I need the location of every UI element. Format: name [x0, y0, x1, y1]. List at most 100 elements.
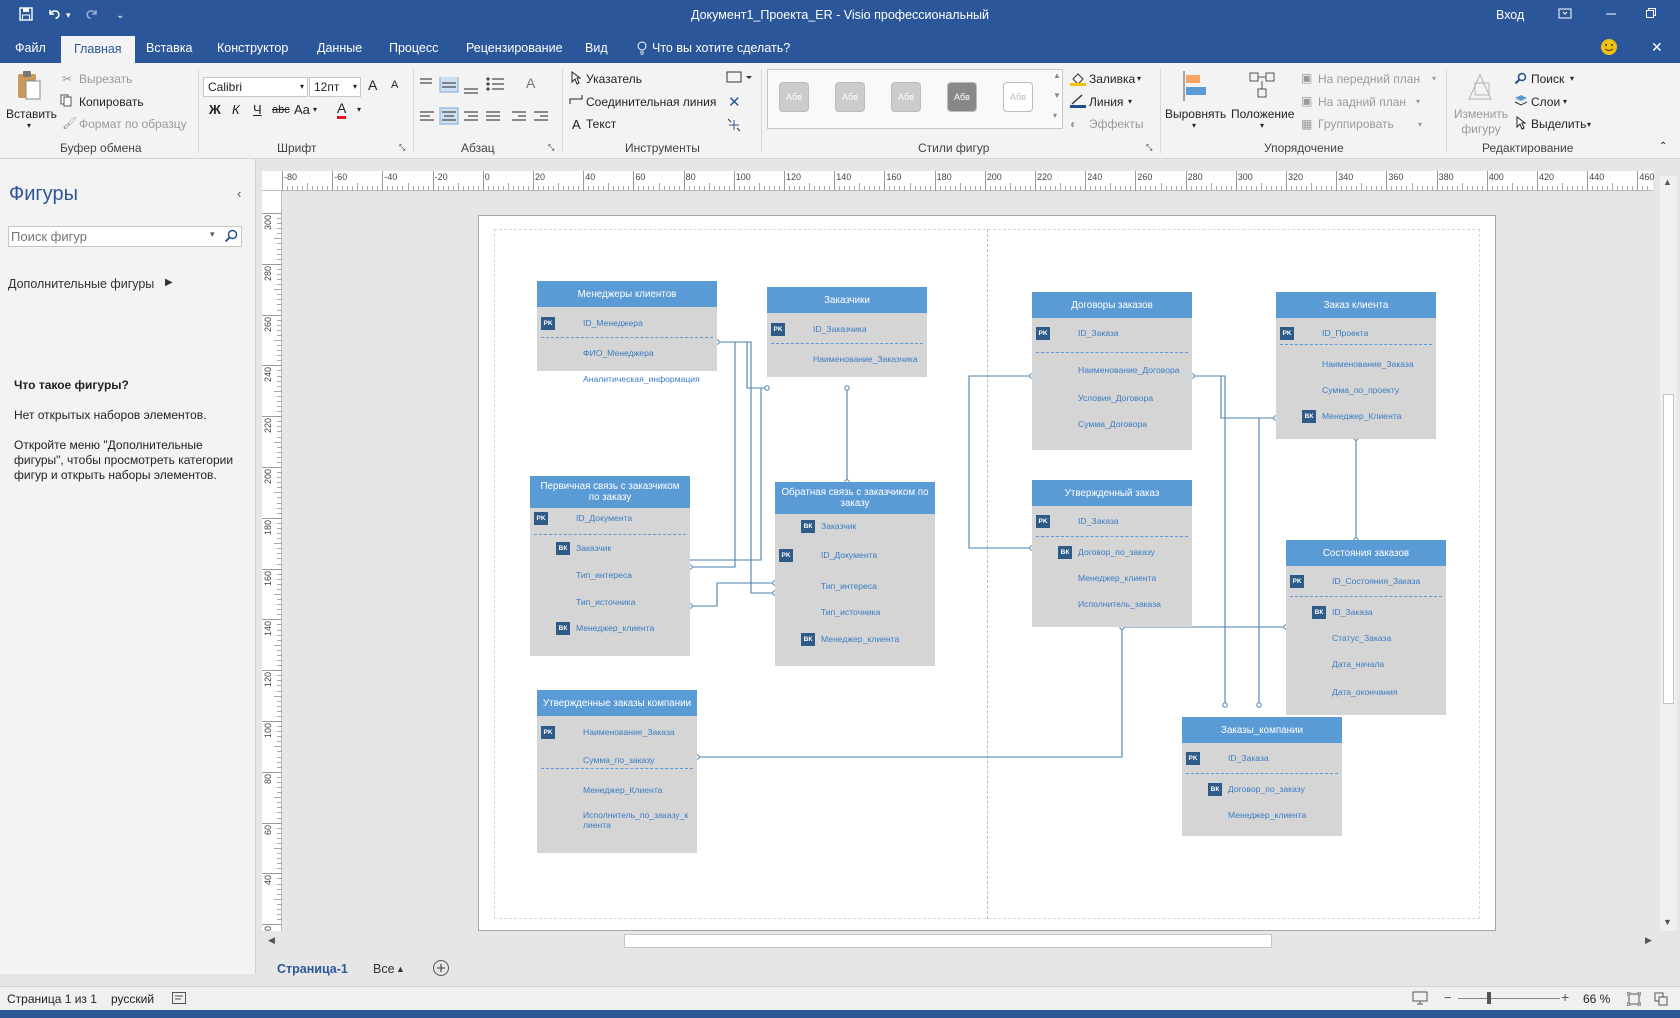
- tab-data[interactable]: Данные: [317, 41, 362, 55]
- er-entity[interactable]: Состояния заказов PK ID_Состояния_Заказа ID…: [1286, 540, 1446, 715]
- change-case-button[interactable]: Aa: [294, 102, 310, 117]
- select-dropdown-icon[interactable]: ▾: [1587, 120, 1591, 129]
- style-swatch-1[interactable]: Абв: [779, 82, 809, 112]
- er-entity[interactable]: Менеджеры клиентов PK ID_Менеджера ФИО_Мене…: [537, 281, 717, 384]
- position-icon[interactable]: [1248, 69, 1278, 99]
- paste-icon[interactable]: [14, 69, 44, 100]
- zoom-slider[interactable]: [1458, 998, 1560, 999]
- restore-icon[interactable]: [1645, 6, 1657, 23]
- select-button[interactable]: Выделить: [1531, 117, 1586, 131]
- search-icon[interactable]: [224, 229, 238, 246]
- horizontal-ruler[interactable]: -80 -60 -40 -20 0 20 40 60 80 100 120 140 160 180 200 2…: [264, 171, 1654, 191]
- rectangle-icon[interactable]: [726, 71, 752, 86]
- tell-me-box[interactable]: Что вы хотите сделать?: [652, 41, 790, 55]
- drawing-page[interactable]: Менеджеры клиентов PK ID_Менеджера ФИО_Мене…: [478, 215, 1496, 931]
- scroll-down-icon[interactable]: ▼: [1663, 917, 1672, 927]
- er-entity[interactable]: Заказчики PK ID_Заказчика Наименование_Зака…: [767, 287, 927, 377]
- zoom-slider-thumb[interactable]: [1487, 992, 1491, 1004]
- er-entity[interactable]: Первичная связь с заказчиком по заказу PK…: [530, 476, 690, 656]
- styles-dialog-launcher-icon[interactable]: ⤡: [1146, 143, 1152, 153]
- line-button[interactable]: Линия: [1089, 95, 1123, 109]
- align-dropdown-icon[interactable]: ▾: [1192, 121, 1196, 130]
- layers-dropdown-icon[interactable]: ▾: [1563, 97, 1567, 106]
- tab-home[interactable]: Главная: [61, 36, 135, 63]
- all-pages-button[interactable]: Все: [373, 962, 395, 976]
- close-tool-icon[interactable]: ✕: [728, 93, 741, 111]
- close-document-icon[interactable]: ✕: [1651, 39, 1663, 56]
- scroll-up-icon[interactable]: ▲: [1663, 177, 1672, 187]
- macro-record-icon[interactable]: [172, 992, 186, 1007]
- tab-review[interactable]: Рецензирование: [466, 41, 563, 55]
- shrink-font-button[interactable]: A: [391, 79, 398, 91]
- add-page-icon[interactable]: [432, 959, 450, 980]
- connector-tool-button[interactable]: Соединительная линия: [586, 95, 716, 109]
- er-entity[interactable]: Договоры заказов PK ID_Заказа Наименование_…: [1032, 292, 1192, 450]
- page-tab-1[interactable]: Страница-1: [277, 962, 348, 976]
- italic-button[interactable]: К: [232, 102, 240, 117]
- ribbon-display-icon[interactable]: [1558, 6, 1572, 24]
- position-dropdown-icon[interactable]: ▾: [1260, 121, 1264, 130]
- font-color-dropdown-icon[interactable]: ▾: [357, 105, 361, 114]
- fill-button[interactable]: Заливка: [1089, 72, 1135, 86]
- all-pages-caret-icon[interactable]: ▲: [396, 964, 405, 974]
- bold-button[interactable]: Ж: [209, 102, 221, 117]
- language-status[interactable]: русский: [111, 992, 154, 1006]
- vertical-ruler[interactable]: 3002802602402202001801601401201008060402…: [262, 191, 282, 936]
- position-button[interactable]: Положение: [1231, 107, 1294, 121]
- vertical-scroll-thumb[interactable]: [1663, 394, 1674, 704]
- style-swatch-5[interactable]: Абв: [1003, 82, 1033, 112]
- collapse-panel-icon[interactable]: ‹: [237, 186, 241, 201]
- search-options-dropdown-icon[interactable]: ▾: [210, 229, 215, 240]
- er-entity[interactable]: Заказ клиента PK ID_Проекта Наименование_За…: [1276, 292, 1436, 439]
- drawing-canvas[interactable]: Менеджеры клиентов PK ID_Менеджера ФИО_Мене…: [282, 191, 1660, 931]
- shape-search-box[interactable]: ▾: [8, 226, 242, 247]
- paste-dropdown-icon[interactable]: ▾: [27, 121, 31, 130]
- minimize-icon[interactable]: [1605, 6, 1617, 23]
- er-entity[interactable]: Утвержденные заказы компании PK Наименован…: [537, 690, 697, 853]
- tab-insert[interactable]: Вставка: [146, 41, 192, 55]
- paste-button[interactable]: Вставить: [6, 107, 57, 121]
- fit-page-icon[interactable]: [1626, 991, 1642, 1009]
- change-case-dropdown-icon[interactable]: ▾: [313, 105, 317, 114]
- grow-font-button[interactable]: A: [368, 77, 377, 93]
- fill-dropdown-icon[interactable]: ▾: [1137, 74, 1141, 83]
- scroll-right-icon[interactable]: ▶: [1645, 935, 1652, 946]
- text-tool-button[interactable]: Текст: [586, 117, 616, 131]
- line-dropdown-icon[interactable]: ▾: [1128, 97, 1132, 106]
- text-direction-icon[interactable]: A: [526, 75, 535, 91]
- tab-process[interactable]: Процесс: [389, 41, 438, 55]
- find-button[interactable]: Поиск: [1531, 72, 1564, 86]
- horizontal-scrollbar[interactable]: ◀ ▶: [262, 931, 1660, 951]
- find-dropdown-icon[interactable]: ▾: [1570, 74, 1574, 83]
- er-entity[interactable]: Заказы_компании PK ID_Заказа Договор_по_зак…: [1182, 717, 1342, 836]
- style-swatch-3[interactable]: Абв: [891, 82, 921, 112]
- er-entity[interactable]: Утвержденный заказ PK ID_Заказа Договор_по_…: [1032, 480, 1192, 627]
- switch-windows-icon[interactable]: [1654, 992, 1668, 1009]
- sign-in-link[interactable]: Вход: [1496, 8, 1524, 22]
- shape-search-input[interactable]: [11, 228, 206, 245]
- collapse-ribbon-icon[interactable]: ⌃: [1659, 141, 1667, 152]
- zoom-in-icon[interactable]: +: [1561, 989, 1569, 1005]
- align-button[interactable]: Выровнять: [1165, 107, 1226, 121]
- tab-view[interactable]: Вид: [585, 41, 608, 55]
- more-shapes-item[interactable]: Дополнительные фигуры ▶: [8, 277, 178, 291]
- copy-button[interactable]: Копировать: [79, 95, 144, 109]
- font-family-combo[interactable]: Calibri ▾: [203, 77, 308, 97]
- pointer-tool-button[interactable]: Указатель: [586, 72, 642, 86]
- connection-point-icon[interactable]: [726, 117, 742, 136]
- feedback-smiley-icon[interactable]: [1600, 38, 1618, 59]
- font-size-combo[interactable]: 12пт ▾: [309, 77, 361, 97]
- style-swatch-2[interactable]: Абв: [835, 82, 865, 112]
- er-entity[interactable]: Обратная связь с заказчиком по заказу Зак…: [775, 482, 935, 666]
- presentation-mode-icon[interactable]: [1412, 991, 1428, 1008]
- strikethrough-button[interactable]: abc: [272, 104, 290, 116]
- align-icon[interactable]: [1180, 69, 1210, 101]
- layers-button[interactable]: Слои: [1531, 95, 1560, 109]
- gallery-scroll-down-icon[interactable]: ▼: [1053, 91, 1061, 100]
- tab-file[interactable]: Файл: [15, 41, 46, 55]
- tab-design[interactable]: Конструктор: [217, 41, 288, 55]
- font-dialog-launcher-icon[interactable]: ⤡: [399, 143, 405, 153]
- gallery-scroll-up-icon[interactable]: ▲: [1053, 71, 1061, 80]
- horizontal-scroll-thumb[interactable]: [624, 934, 1272, 948]
- zoom-out-icon[interactable]: −: [1444, 990, 1452, 1005]
